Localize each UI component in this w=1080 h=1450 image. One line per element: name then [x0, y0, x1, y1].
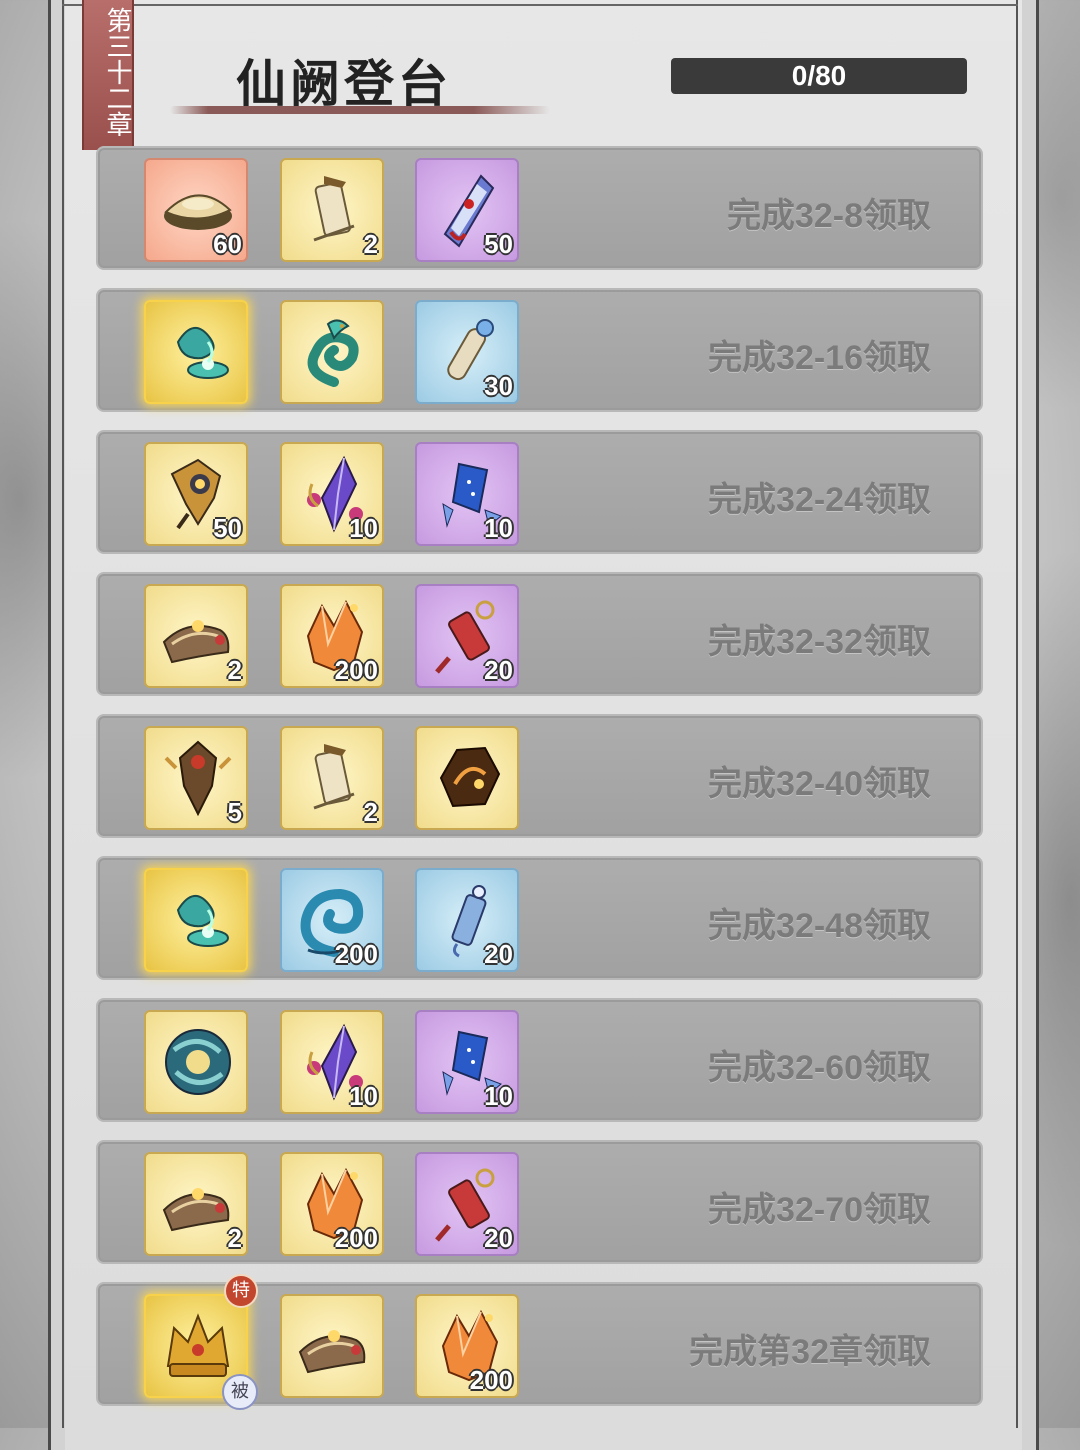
reward-item-slot[interactable]: 10 [280, 442, 384, 546]
item-quantity: 10 [484, 513, 513, 543]
reward-item-slot[interactable] [144, 300, 248, 404]
special-badge: 特 [224, 1274, 258, 1308]
reward-item-slot[interactable]: 50 [415, 158, 519, 262]
claim-condition-button[interactable]: 完成32-60领取 [708, 1040, 931, 1089]
reward-item-slot[interactable] [280, 300, 384, 404]
amber-stone-icon [429, 738, 509, 818]
item-quantity: 50 [213, 513, 242, 543]
panel-border-right [1016, 0, 1018, 1428]
reward-row: 10 10 完成32-60领取 [96, 998, 983, 1122]
reward-row: 60 2 50 完成32-8领取 [96, 146, 983, 270]
item-quantity: 200 [334, 1223, 378, 1253]
item-quantity: 2 [227, 1223, 242, 1253]
bronze-mask-icon [158, 738, 238, 818]
jade-lamp-icon [158, 312, 238, 392]
scroll-lantern-icon [294, 170, 374, 250]
reward-item-slot[interactable]: 2 [144, 584, 248, 688]
claim-condition-button[interactable]: 完成32-48领取 [708, 898, 931, 947]
item-quantity: 20 [484, 939, 513, 969]
jade-lamp-icon [158, 880, 238, 960]
progress-bar: 0/80 [671, 58, 967, 94]
reward-item-slot[interactable] [415, 726, 519, 830]
claim-condition-button[interactable]: 完成32-32领取 [708, 614, 931, 663]
item-quantity: 200 [469, 1365, 513, 1395]
reward-item-slot[interactable]: 5 [144, 726, 248, 830]
reward-item-slot[interactable] [144, 868, 248, 972]
item-quantity: 30 [484, 371, 513, 401]
reward-item-slot[interactable]: 10 [415, 1010, 519, 1114]
item-quantity: 2 [363, 797, 378, 827]
incense-scroll-icon [294, 1306, 374, 1386]
passive-badge: 被 [222, 1374, 258, 1410]
reward-row: 50 10 10 完成32-24领取 [96, 430, 983, 554]
claim-condition-button[interactable]: 完成32-70领取 [708, 1182, 931, 1231]
item-quantity: 2 [363, 229, 378, 259]
item-quantity: 50 [484, 229, 513, 259]
reward-row: 5 2 完成32-40领取 [96, 714, 983, 838]
item-quantity: 20 [484, 1223, 513, 1253]
reward-item-slot[interactable]: 60 [144, 158, 248, 262]
item-quantity: 10 [349, 513, 378, 543]
chapter-label: 第三十二章 [102, 7, 132, 137]
item-quantity: 200 [334, 655, 378, 685]
reward-item-slot[interactable] [144, 1010, 248, 1114]
claim-condition-button[interactable]: 完成32-16领取 [708, 330, 931, 379]
item-quantity: 200 [334, 939, 378, 969]
reward-item-slot[interactable]: 2 [280, 158, 384, 262]
reward-row: 2 200 20 完成32-70领取 [96, 1140, 983, 1264]
reward-item-slot[interactable]: 30 [415, 300, 519, 404]
jade-ring-icon [158, 1022, 238, 1102]
reward-item-slot[interactable]: 50 [144, 442, 248, 546]
jade-dragon-icon [294, 312, 374, 392]
claim-condition-button[interactable]: 完成32-24领取 [708, 472, 931, 521]
claim-condition-button[interactable]: 完成第32章领取 [689, 1324, 931, 1373]
reward-item-slot[interactable]: 20 [415, 1152, 519, 1256]
reward-item-slot[interactable]: 2 [280, 726, 384, 830]
reward-item-slot[interactable]: 200 [415, 1294, 519, 1398]
reward-row: 30 完成32-16领取 [96, 288, 983, 412]
item-quantity: 10 [349, 1081, 378, 1111]
reward-item-slot[interactable]: 200 [280, 584, 384, 688]
reward-item-slot[interactable]: 20 [415, 868, 519, 972]
reward-item-slot[interactable]: 200 [280, 1152, 384, 1256]
item-quantity: 2 [227, 655, 242, 685]
claim-condition-button[interactable]: 完成32-40领取 [708, 756, 931, 805]
reward-item-slot[interactable]: 20 [415, 584, 519, 688]
reward-row: 200 20 完成32-48领取 [96, 856, 983, 980]
panel-border-left [62, 0, 64, 1428]
item-quantity: 5 [227, 797, 242, 827]
reward-row: 2 200 20 完成32-32领取 [96, 572, 983, 696]
incense-scroll-icon [158, 596, 238, 676]
item-quantity: 20 [484, 655, 513, 685]
incense-scroll-icon [158, 1164, 238, 1244]
golden-crown-icon [158, 1306, 238, 1386]
progress-text: 0/80 [791, 60, 847, 91]
item-quantity: 60 [213, 229, 242, 259]
reward-item-slot[interactable]: 10 [415, 442, 519, 546]
claim-condition-button[interactable]: 完成32-8领取 [727, 188, 931, 237]
title-brush-underline [170, 106, 550, 114]
reward-item-slot[interactable] [280, 1294, 384, 1398]
reward-item-slot[interactable]: 2 [144, 1152, 248, 1256]
item-quantity: 10 [484, 1081, 513, 1111]
scroll-lantern-icon [294, 738, 374, 818]
reward-row: 特被 200 完成第32章领取 [96, 1274, 983, 1410]
panel-border-top [62, 4, 1018, 6]
reward-item-slot[interactable]: 200 [280, 868, 384, 972]
chapter-ribbon: 第三十二章 [82, 0, 134, 150]
reward-item-slot[interactable]: 10 [280, 1010, 384, 1114]
